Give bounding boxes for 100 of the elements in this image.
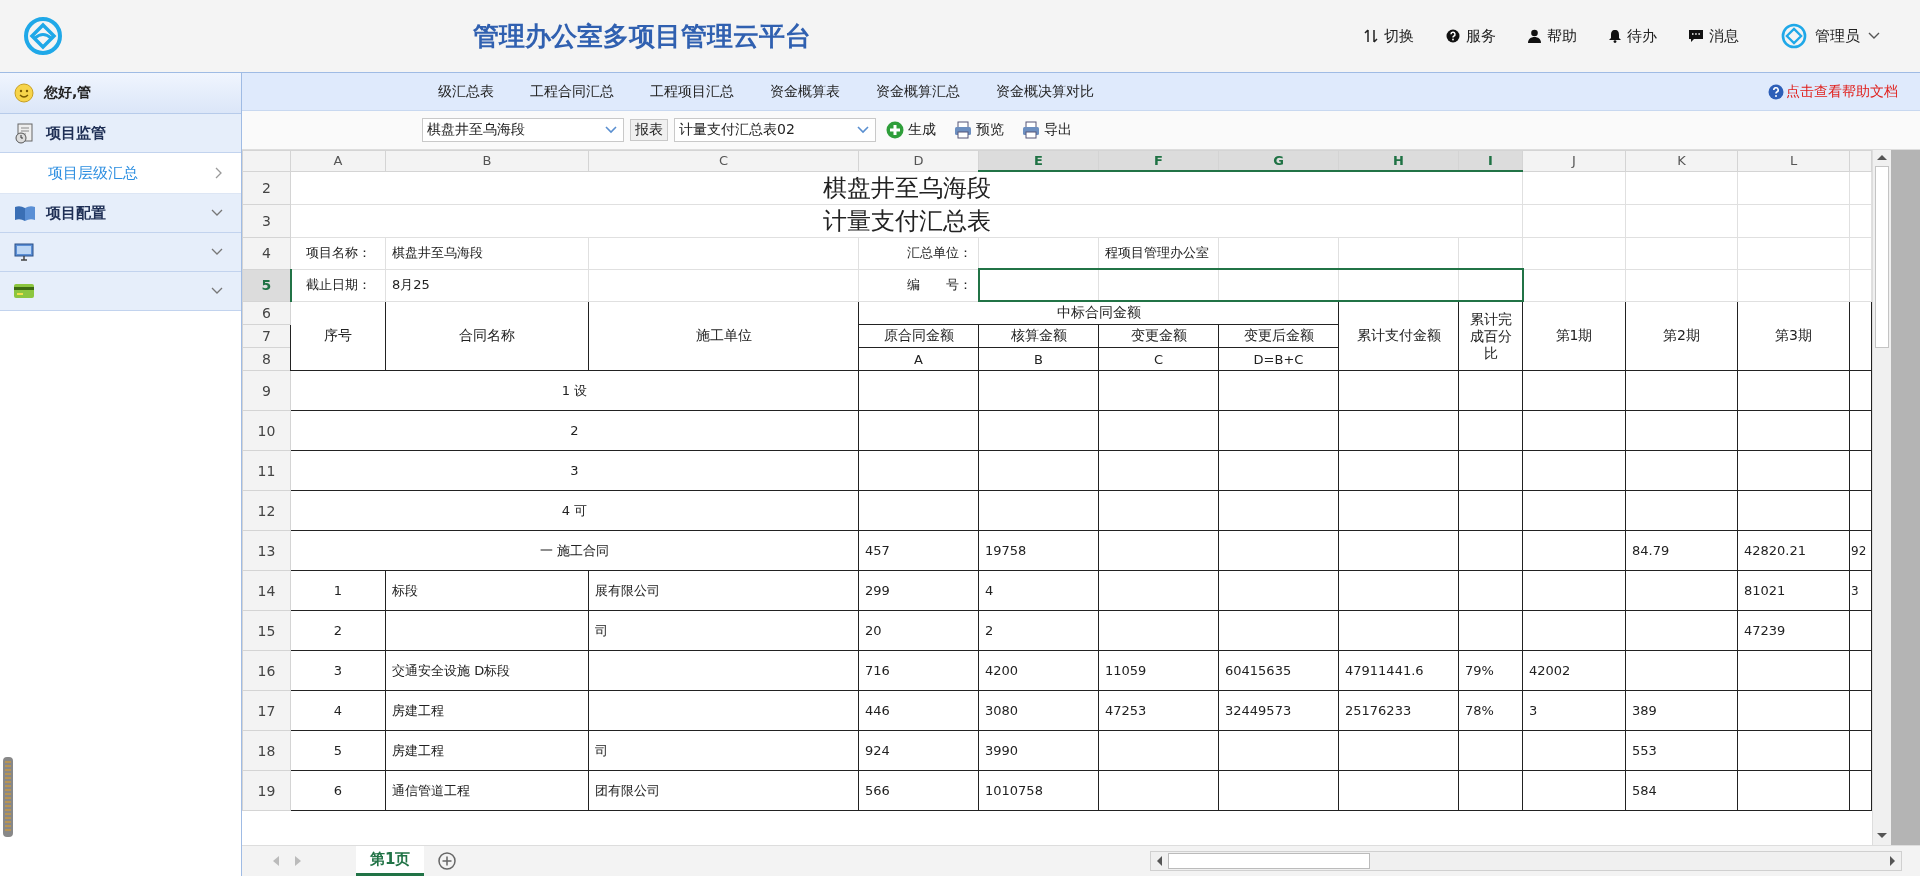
- row-header[interactable]: 13: [242, 530, 291, 571]
- nav-button[interactable]: 帮助: [1528, 26, 1577, 46]
- add-sheet-icon[interactable]: [438, 852, 457, 870]
- column-header[interactable]: J: [1522, 150, 1626, 171]
- column-header[interactable]: F: [1098, 150, 1219, 171]
- row-header[interactable]: 17: [242, 690, 291, 731]
- row-header[interactable]: 2: [242, 171, 291, 205]
- table-cell: 92: [1849, 530, 1872, 571]
- row-header[interactable]: 15: [242, 610, 291, 651]
- table-cell: 1: [290, 570, 386, 611]
- toolbar-button[interactable]: 导出: [1018, 121, 1080, 139]
- scroll-thumb[interactable]: [1875, 166, 1889, 348]
- sidebar-item[interactable]: 项目配置: [0, 194, 241, 233]
- row-header[interactable]: 11: [242, 450, 291, 491]
- help-icon: [1446, 29, 1460, 43]
- sheet-tab[interactable]: 第1页: [356, 846, 425, 876]
- column-header[interactable]: H: [1338, 150, 1459, 171]
- grip-handle[interactable]: [3, 757, 13, 837]
- column-header[interactable]: I: [1458, 150, 1523, 171]
- section-cell: 4 可: [290, 490, 859, 531]
- table-cell: 553: [1625, 730, 1738, 771]
- toolbar-button[interactable]: 生成: [882, 121, 944, 139]
- report-tab[interactable]: 资金概算表: [752, 82, 858, 101]
- column-header[interactable]: L: [1737, 150, 1850, 171]
- table-cell: 19758: [978, 530, 1099, 571]
- report-title: 计量支付汇总表: [290, 204, 1523, 238]
- table-cell: 20: [858, 610, 979, 651]
- logo-icon: [23, 16, 63, 56]
- table-cell: 32449573: [1218, 690, 1339, 731]
- row-header[interactable]: 5: [242, 269, 291, 301]
- table-cell: 房建工程: [385, 690, 589, 731]
- row-header[interactable]: 3: [242, 204, 291, 238]
- column-header[interactable]: K: [1625, 150, 1738, 171]
- report-tab[interactable]: 工程合同汇总: [512, 82, 632, 101]
- column-title: 第2期: [1625, 301, 1738, 371]
- column-header[interactable]: D: [858, 150, 979, 171]
- chevron-down-icon: [211, 209, 223, 217]
- row-header[interactable]: 12: [242, 490, 291, 531]
- row-header[interactable]: 16: [242, 650, 291, 691]
- column-header[interactable]: E: [978, 150, 1099, 171]
- chevron-down-icon: [1868, 32, 1880, 40]
- chevron-down-icon: [605, 126, 617, 134]
- column-group-title: 中标合同金额: [858, 301, 1339, 325]
- next-sheet-icon[interactable]: [294, 856, 302, 866]
- table-cell: 交通安全设施 D标段: [385, 650, 589, 691]
- table-cell: 司: [588, 730, 859, 771]
- row-header[interactable]: 9: [242, 370, 291, 411]
- column-header[interactable]: B: [385, 150, 589, 171]
- scroll-thumb[interactable]: [1168, 853, 1371, 869]
- sidebar-item[interactable]: [0, 272, 241, 311]
- sidebar-item[interactable]: 项目监管: [0, 114, 241, 153]
- info-cell: 汇总单位：: [858, 237, 979, 269]
- nav-button[interactable]: 消息: [1689, 26, 1739, 46]
- row-header[interactable]: 8: [242, 347, 291, 371]
- row-header[interactable]: 18: [242, 730, 291, 771]
- table-cell: 6: [290, 770, 386, 811]
- section-cell: 1 设: [290, 370, 859, 411]
- user-menu[interactable]: 管理员: [1781, 23, 1880, 49]
- table-cell: 标段: [385, 570, 589, 611]
- project-select[interactable]: 棋盘井至乌海段: [422, 118, 624, 142]
- row-header[interactable]: 19: [242, 770, 291, 811]
- column-header[interactable]: A: [290, 150, 386, 171]
- horizontal-scrollbar[interactable]: [1150, 851, 1903, 871]
- column-title: 第3期: [1737, 301, 1850, 371]
- report-tab[interactable]: 级汇总表: [420, 82, 512, 101]
- row-header[interactable]: 4: [242, 237, 291, 269]
- plus-icon: [886, 121, 904, 139]
- report-select[interactable]: 计量支付汇总表02: [674, 118, 876, 142]
- table-cell: 2: [978, 610, 1099, 651]
- sidebar-item[interactable]: [0, 233, 241, 272]
- help-link[interactable]: 点击查看帮助文档: [1768, 82, 1898, 101]
- column-header[interactable]: G: [1218, 150, 1339, 171]
- report-tab[interactable]: 资金概算汇总: [858, 82, 978, 101]
- previous-sheet-icon[interactable]: [272, 856, 280, 866]
- toolbar-button[interactable]: 预览: [950, 121, 1012, 139]
- report-tab[interactable]: 工程项目汇总: [632, 82, 752, 101]
- column-code: B: [978, 347, 1099, 371]
- table-cell: 457: [858, 530, 979, 571]
- card-icon: [14, 284, 34, 298]
- nav-button[interactable]: 待办: [1609, 26, 1657, 46]
- report-tab[interactable]: 资金概决算对比: [978, 82, 1112, 101]
- greeting-text: 您好,管: [44, 84, 92, 102]
- column-title: 合同名称: [385, 301, 589, 371]
- scroll-left-icon: [1156, 856, 1163, 866]
- nav-button[interactable]: 切换: [1364, 26, 1414, 46]
- avatar-icon: [1781, 23, 1807, 49]
- scroll-right-icon: [1890, 856, 1897, 866]
- table-cell: 299: [858, 570, 979, 611]
- column-header[interactable]: C: [588, 150, 859, 171]
- nav-button[interactable]: 服务: [1446, 26, 1496, 46]
- row-header[interactable]: 14: [242, 570, 291, 611]
- row-header[interactable]: 7: [242, 324, 291, 348]
- table-cell: 11059: [1098, 650, 1219, 691]
- row-header[interactable]: 10: [242, 410, 291, 451]
- scroll-up-icon: [1877, 154, 1887, 160]
- info-cell: 截止日期：: [290, 269, 386, 301]
- vertical-scrollbar[interactable]: [1872, 150, 1891, 845]
- table-cell: 通信管道工程: [385, 770, 589, 811]
- row-header[interactable]: 6: [242, 301, 291, 325]
- message-icon: [1689, 29, 1703, 43]
